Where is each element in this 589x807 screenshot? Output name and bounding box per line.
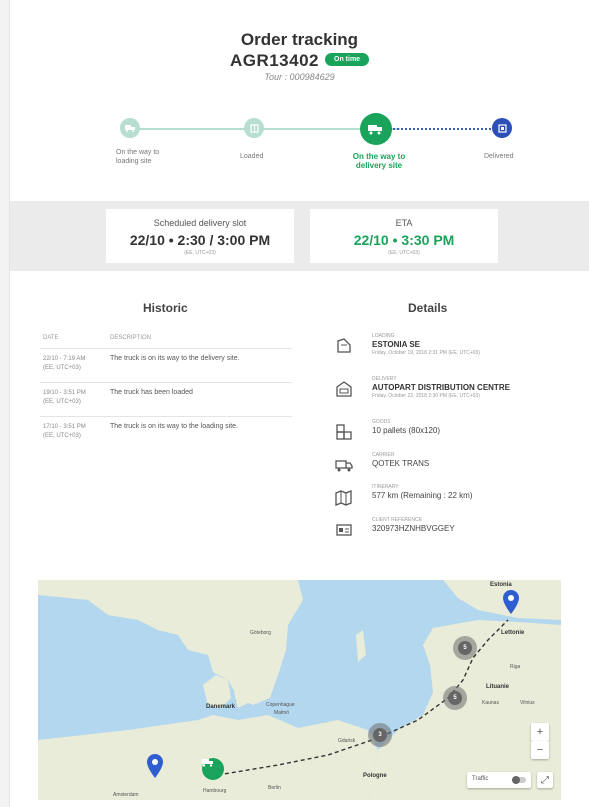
eta-card: ETA 22/10 • 3:30 PM (EE, UTC+03) — [310, 209, 498, 263]
map-label-pologne: Pologne — [363, 773, 387, 779]
map-label-lettonie: Lettonie — [501, 630, 525, 636]
step-loading-site-dot — [120, 118, 140, 138]
step-loading-site-label: On the way to loading site — [116, 149, 160, 165]
truck-icon — [202, 759, 213, 767]
carrier-icon — [335, 460, 353, 472]
map-cluster[interactable]: 5 — [453, 636, 477, 660]
historic-date-header: DATE — [43, 335, 59, 341]
order-id-row: AGR13402 On time — [10, 51, 589, 71]
map-label-lituanie: Lituanie — [486, 684, 510, 690]
client-reference-icon — [336, 524, 352, 536]
traffic-toggle[interactable]: Traffic — [467, 772, 531, 788]
map-label-goteborg: Göteborg — [250, 630, 271, 636]
fullscreen-button[interactable]: ⤢ — [537, 772, 553, 788]
scheduled-slot-card: Scheduled delivery slot 22/10 • 2:30 / 3… — [106, 209, 294, 263]
eta-title: ETA — [395, 218, 413, 228]
detail-itinerary: ITINERARY 577 km (Remaining : 22 km) — [335, 484, 555, 514]
eta-timezone: (EE, UTC+03) — [388, 250, 420, 256]
truck-marker[interactable] — [202, 758, 224, 780]
tracking-map[interactable]: Estonia Lettonie Lituanie Danemark Polog… — [38, 580, 561, 800]
historic-date: 22/10 - 7:19 AM — [43, 356, 86, 362]
box-icon — [249, 123, 259, 133]
step-delivered-label: Delivered — [484, 153, 514, 160]
tour-number: Tour : 000984629 — [264, 72, 335, 82]
page-title: Order tracking — [240, 30, 359, 49]
historic-description: The truck is on its way to the delivery … — [110, 355, 240, 362]
status-badge: On time — [325, 52, 370, 66]
table-row: 22/10 - 7:19 AM (EE, UTC+03) The truck is… — [40, 348, 292, 380]
map-label-copenhague: Copenhague — [266, 702, 295, 708]
detail-loading: LOADING ESTONIA SE Friday, October 19, 2… — [335, 333, 555, 363]
historic-title: Historic — [143, 301, 188, 315]
eta-value: 22/10 • 3:30 PM — [353, 232, 455, 248]
historic-date: 17/10 - 3:51 PM — [43, 424, 86, 430]
step-delivered-dot — [492, 118, 512, 138]
detail-goods: GOODS 10 pallets (80x120) — [335, 419, 555, 449]
truck-icon — [124, 125, 135, 132]
map-cluster[interactable]: 5 — [443, 686, 467, 710]
step-delivery-site-label: On the way to delivery site — [352, 152, 406, 170]
scheduled-slot-timezone: (EE, UTC+03) — [184, 250, 216, 256]
map-label-vilnius: Vilnius — [520, 700, 535, 706]
historic-description: The truck has been loaded — [110, 389, 193, 396]
map-terrain — [38, 580, 561, 800]
progress-stepper: On the way to loading site Loaded On the … — [100, 110, 540, 180]
left-edge — [0, 0, 10, 807]
zoom-in-button[interactable]: + — [531, 723, 549, 741]
historic-description: The truck is on its way to the loading s… — [110, 423, 239, 430]
scheduled-slot-value: 22/10 • 2:30 / 3:00 PM — [129, 232, 271, 248]
detail-client-reference: CLIENT REFERENCE 320973HZNHBVGGEY — [335, 517, 555, 547]
map-label-berlin: Berlin — [268, 785, 281, 791]
goods-icon — [336, 424, 352, 440]
traffic-label: Traffic — [472, 776, 489, 782]
map-label-malmo: Malmö — [274, 710, 290, 716]
detail-delivery: DELIVERY AUTOPART DISTRIBUTION CENTRE Fr… — [335, 376, 555, 406]
historic-timezone: (EE, UTC+03) — [43, 433, 81, 439]
map-pin-icon[interactable] — [147, 754, 163, 778]
itinerary-icon — [335, 490, 352, 506]
map-cluster[interactable]: 3 — [368, 723, 392, 747]
map-label-estonia: Estonia — [490, 582, 512, 588]
step-loaded-dot — [244, 118, 264, 138]
map-label-kaunas: Kaunas — [482, 700, 499, 706]
map-label-gdansk: Gdańsk — [338, 738, 356, 744]
delivery-slot-band: Scheduled delivery slot 22/10 • 2:30 / 3… — [10, 201, 589, 271]
scheduled-slot-title: Scheduled delivery slot — [153, 218, 247, 228]
traffic-switch[interactable] — [512, 776, 526, 784]
historic-timezone: (EE, UTC+03) — [43, 399, 81, 405]
flag-icon — [497, 123, 507, 133]
zoom-out-button[interactable]: − — [531, 741, 549, 759]
map-label-amsterdam: Amsterdam — [113, 792, 139, 798]
order-id: AGR13402 — [229, 51, 319, 70]
table-row: 17/10 - 3:51 PM (EE, UTC+03) The truck is… — [40, 416, 292, 448]
step-loaded-label: Loaded — [240, 153, 264, 160]
loading-icon — [337, 338, 351, 353]
truck-icon — [368, 124, 382, 134]
detail-carrier: CARRIER QOTEK TRANS — [335, 452, 555, 482]
details-title: Details — [408, 301, 448, 315]
map-label-hambourg: Hambourg — [203, 788, 227, 794]
historic-date: 19/10 - 3:51 PM — [43, 390, 86, 396]
table-row: 19/10 - 3:51 PM (EE, UTC+03) The truck ha… — [40, 382, 292, 414]
map-label-riga: Riga — [510, 664, 521, 670]
map-label-danemark: Danemark — [206, 704, 236, 710]
step-delivery-site-dot — [360, 113, 392, 145]
order-header: Order tracking AGR13402 On time Tour : 00… — [10, 0, 589, 200]
delivery-icon — [336, 381, 352, 397]
map-pin-icon[interactable] — [503, 590, 519, 614]
historic-timezone: (EE, UTC+03) — [43, 365, 81, 371]
historic-description-header: DESCRIPTION — [110, 335, 152, 341]
